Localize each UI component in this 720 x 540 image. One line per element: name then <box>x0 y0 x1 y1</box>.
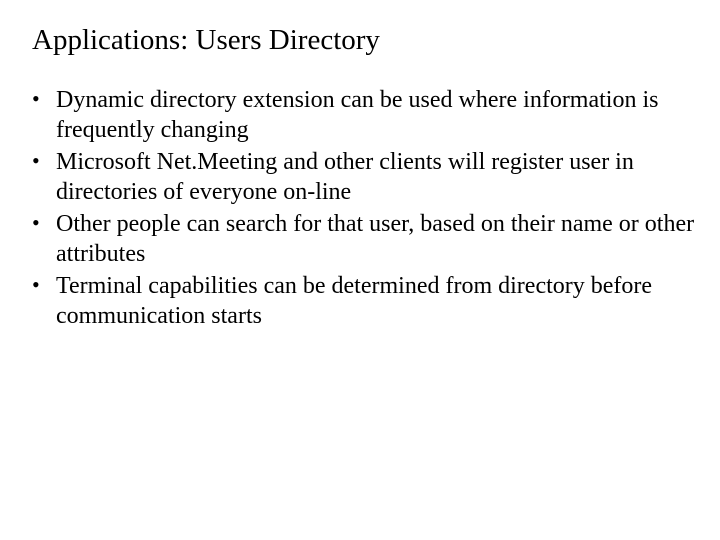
bullet-list: Dynamic directory extension can be used … <box>28 85 696 331</box>
list-item: Terminal capabilities can be determined … <box>28 271 696 331</box>
list-item: Microsoft Net.Meeting and other clients … <box>28 147 696 207</box>
slide-title: Applications: Users Directory <box>32 24 696 57</box>
list-item: Dynamic directory extension can be used … <box>28 85 696 145</box>
list-item: Other people can search for that user, b… <box>28 209 696 269</box>
